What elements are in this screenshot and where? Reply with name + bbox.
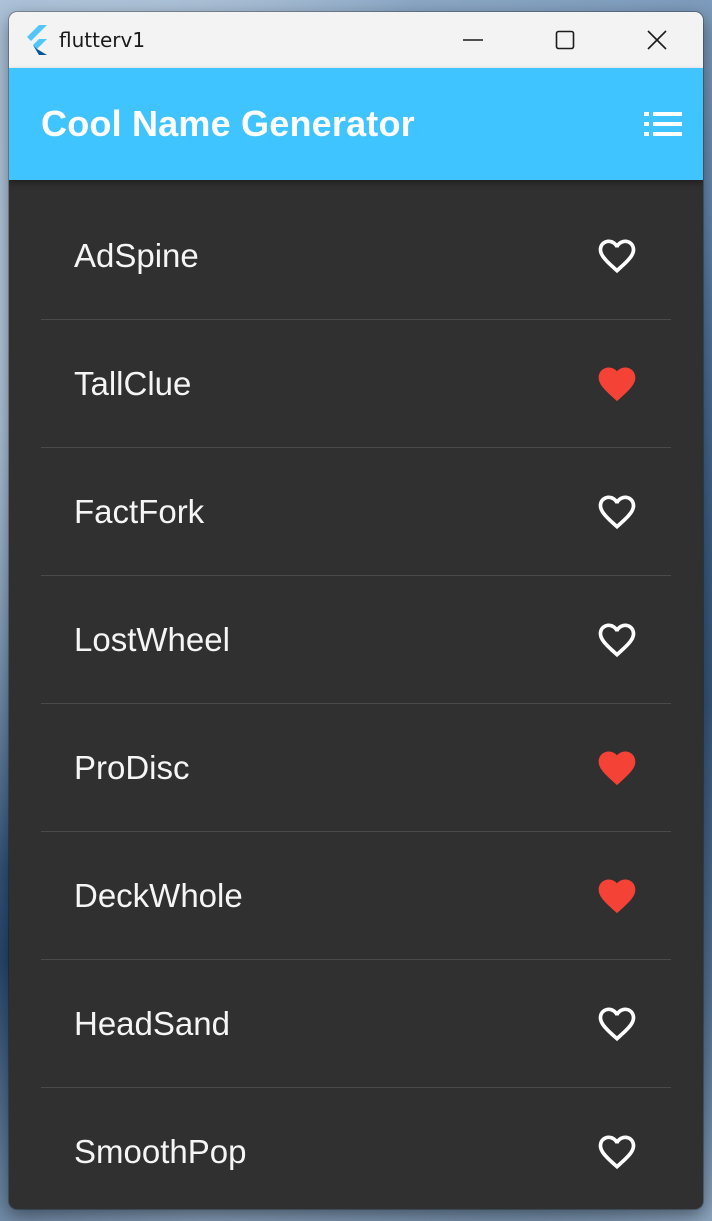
name-list: AdSpine TallClue FactFork LostWheel ProDisc D… bbox=[9, 180, 703, 1209]
word-pair-name: TallClue bbox=[74, 364, 192, 402]
favorite-outline-icon[interactable] bbox=[595, 1132, 639, 1172]
title-bar[interactable]: flutterv1 bbox=[9, 12, 703, 68]
favorite-outline-icon[interactable] bbox=[595, 236, 639, 276]
window-title: flutterv1 bbox=[59, 28, 146, 52]
word-pair-name: AdSpine bbox=[74, 236, 199, 274]
word-pair-name: FactFork bbox=[74, 492, 205, 530]
list-item[interactable]: LostWheel bbox=[9, 576, 703, 703]
maximize-button[interactable] bbox=[519, 12, 611, 68]
favorite-outline-icon[interactable] bbox=[595, 1004, 639, 1044]
list-item[interactable]: HeadSand bbox=[9, 960, 703, 1087]
minimize-button[interactable] bbox=[427, 12, 519, 68]
close-icon bbox=[647, 30, 667, 50]
close-button[interactable] bbox=[611, 12, 703, 68]
word-pair-name: ProDisc bbox=[74, 748, 190, 786]
app-window: flutterv1 Cool Name Generator AdSpine Ta… bbox=[9, 12, 703, 1209]
favorite-outline-icon[interactable] bbox=[595, 620, 639, 660]
list-item[interactable]: AdSpine bbox=[9, 192, 703, 319]
list-item[interactable]: FactFork bbox=[9, 448, 703, 575]
list-item[interactable]: TallClue bbox=[9, 320, 703, 447]
word-pair-name: HeadSand bbox=[74, 1004, 230, 1042]
minimize-icon bbox=[463, 39, 483, 41]
page-title: Cool Name Generator bbox=[41, 103, 415, 144]
list-item[interactable]: SmoothPop bbox=[9, 1088, 703, 1209]
word-pair-name: DeckWhole bbox=[74, 876, 243, 914]
window-controls bbox=[427, 12, 703, 68]
flutter-logo-icon bbox=[25, 25, 51, 55]
app-bar: Cool Name Generator bbox=[9, 68, 703, 180]
list-item[interactable]: DeckWhole bbox=[9, 832, 703, 959]
word-pair-name: SmoothPop bbox=[74, 1132, 247, 1170]
word-pair-name: LostWheel bbox=[74, 620, 230, 658]
maximize-icon bbox=[555, 30, 575, 50]
favorite-outline-icon[interactable] bbox=[595, 492, 639, 532]
list-item[interactable]: ProDisc bbox=[9, 704, 703, 831]
favorite-filled-icon[interactable] bbox=[595, 748, 639, 788]
saved-list-button[interactable] bbox=[635, 96, 691, 152]
favorite-filled-icon[interactable] bbox=[595, 364, 639, 404]
favorite-filled-icon[interactable] bbox=[595, 876, 639, 916]
list-icon bbox=[644, 112, 682, 136]
